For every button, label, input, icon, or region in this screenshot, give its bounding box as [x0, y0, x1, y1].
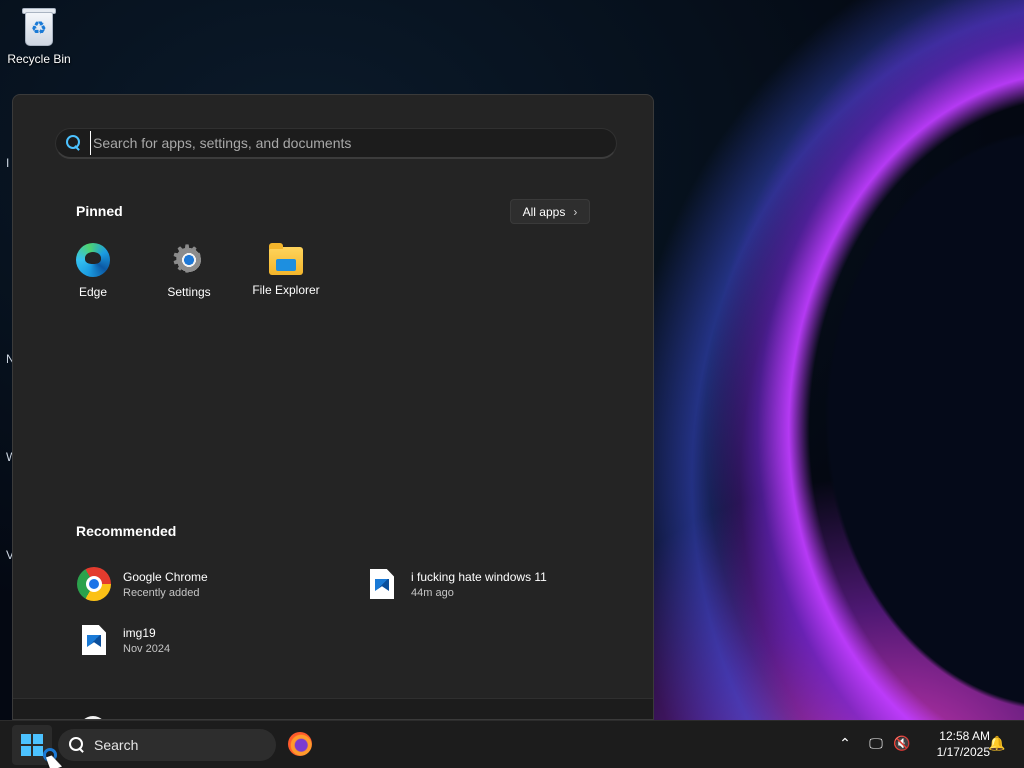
- recommended-item-subtitle: Recently added: [123, 586, 200, 599]
- gear-icon: [170, 237, 206, 281]
- recommended-item-name: Google Chrome: [123, 569, 208, 584]
- start-menu: Pinned All apps › Edge Settings File Exp…: [12, 94, 654, 720]
- taskbar-clock[interactable]: 12:58 AM 1/17/2025: [918, 728, 990, 760]
- start-search-input[interactable]: [90, 131, 616, 155]
- mouse-cursor-icon: [45, 753, 63, 768]
- chevron-right-icon: ›: [573, 204, 578, 219]
- recommended-item-name: img19: [123, 625, 156, 640]
- recommended-item-subtitle: Nov 2024: [123, 642, 171, 655]
- clock-date: 1/17/2025: [936, 745, 990, 759]
- network-icon[interactable]: 🖵: [867, 735, 885, 753]
- taskbar: Search ⌃ 🖵 🔇 12:58 AM 1/17/2025 🔔: [0, 720, 1024, 768]
- chevron-up-icon[interactable]: ⌃: [836, 735, 854, 753]
- all-apps-button[interactable]: All apps ›: [510, 199, 590, 224]
- taskbar-search-box[interactable]: Search: [58, 729, 276, 761]
- recommended-item[interactable]: i fucking hate windows 11 44m ago: [365, 564, 547, 604]
- pinned-app-label: Edge: [78, 285, 108, 299]
- edge-icon: [76, 243, 110, 277]
- start-search-box[interactable]: [55, 128, 617, 159]
- taskbar-search-label: Search: [94, 737, 139, 753]
- recommended-item-subtitle: 44m ago: [411, 586, 454, 599]
- recommended-item-name: i fucking hate windows 11: [411, 569, 547, 584]
- clock-time: 12:58 AM: [939, 729, 990, 743]
- firefox-icon[interactable]: [288, 732, 312, 756]
- recommended-item[interactable]: Google Chrome Recently added: [77, 564, 208, 604]
- start-button[interactable]: [12, 725, 63, 768]
- desktop-edge-text: I: [6, 156, 10, 170]
- pinned-app-edge[interactable]: Edge: [47, 243, 139, 307]
- all-apps-label: All apps: [522, 204, 566, 219]
- search-icon: [68, 736, 86, 754]
- desktop-icon-label: Recycle Bin: [7, 52, 71, 66]
- desktop-icon-recycle-bin[interactable]: ♻ Recycle Bin: [6, 6, 72, 76]
- volume-muted-icon[interactable]: 🔇: [893, 735, 911, 753]
- folder-icon: [269, 243, 303, 275]
- image-file-icon: [82, 625, 106, 655]
- chrome-icon: [77, 567, 111, 601]
- recommended-heading: Recommended: [76, 523, 177, 539]
- pinned-app-label: File Explorer: [252, 283, 320, 297]
- search-icon: [64, 134, 82, 152]
- notification-bell-icon[interactable]: 🔔: [988, 735, 1006, 753]
- windows-logo-icon: [21, 734, 43, 756]
- pinned-app-settings[interactable]: Settings: [143, 237, 235, 307]
- pinned-app-file-explorer[interactable]: File Explorer: [240, 243, 332, 307]
- pinned-app-label: Settings: [167, 285, 211, 299]
- recycle-bin-icon: ♻: [22, 6, 56, 48]
- pinned-heading: Pinned: [76, 203, 123, 219]
- start-menu-footer: [13, 698, 653, 719]
- recommended-item[interactable]: img19 Nov 2024: [77, 620, 170, 660]
- image-file-icon: [370, 569, 394, 599]
